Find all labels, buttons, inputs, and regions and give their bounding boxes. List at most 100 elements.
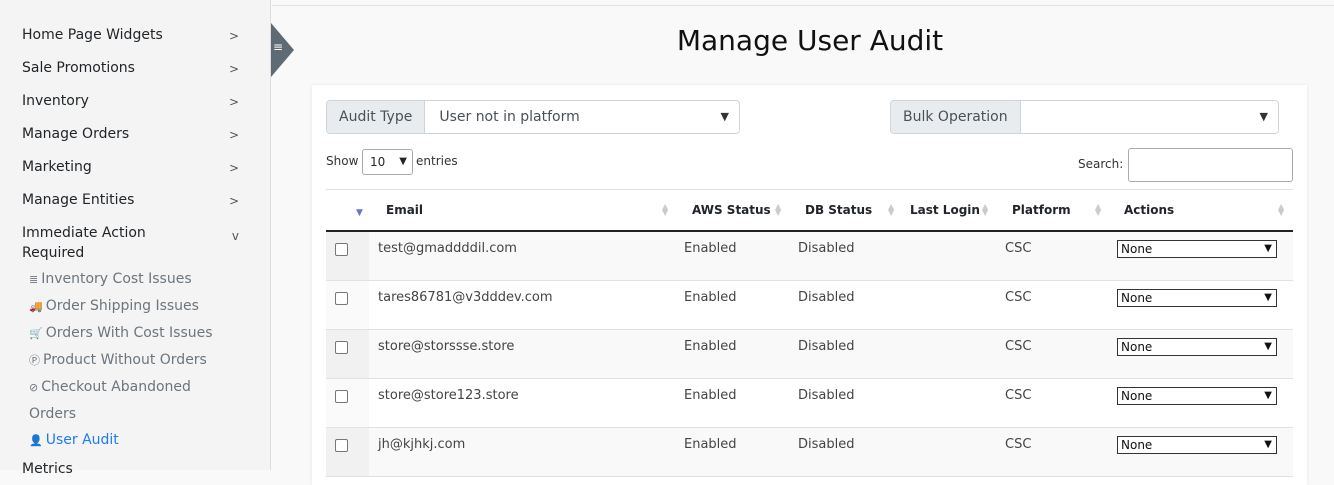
value: None [1121, 438, 1153, 452]
aws-status-cell: Enabled [684, 241, 737, 256]
platform-cell: CSC [1005, 388, 1032, 403]
platform-cell: CSC [1005, 290, 1032, 305]
platform-cell: CSC [1005, 437, 1032, 452]
aws-status-cell: Enabled [684, 437, 737, 452]
col-aws-status[interactable]: AWS Status [692, 190, 771, 231]
row-checkbox[interactable] [335, 439, 348, 452]
sidebar-sub-inventory-cost-issues[interactable]: ≣ Inventory Cost Issues [29, 269, 192, 290]
label: Manage Entities [22, 192, 135, 208]
db-status-cell: Disabled [798, 241, 855, 256]
chevron-down-icon: ▼ [1264, 243, 1272, 254]
sidebar-item-metrics[interactable]: Metrics [22, 459, 247, 479]
chevron-right-icon: > [228, 95, 239, 109]
label: Order Shipping Issues [45, 298, 199, 314]
col-actions[interactable]: Actions [1124, 190, 1174, 231]
sort-icon: ▲ ▼ [775, 202, 782, 217]
chevron-down-icon: ▼ [1264, 390, 1272, 401]
select-cell [326, 379, 369, 427]
select-cell [326, 428, 369, 476]
audit-type-value[interactable]: User not in platform ▼ [425, 101, 739, 133]
user-icon: 👤 [29, 434, 43, 447]
audit-type-select[interactable]: Audit Type User not in platform ▼ [326, 100, 740, 134]
audit-type-label: Audit Type [327, 101, 426, 133]
label: Checkout Abandoned Orders [29, 379, 191, 422]
sidebar-sub-orders-with-cost-issues[interactable]: 🛒 Orders With Cost Issues [29, 323, 213, 344]
sort-icon: ▲ ▼ [662, 202, 669, 217]
bulk-operation-value[interactable]: ▼ [1020, 101, 1278, 133]
label: Orders With Cost Issues [45, 325, 213, 341]
col-db-status[interactable]: DB Status [805, 190, 872, 231]
sidebar-item-sale-promotions[interactable]: Sale Promotions > [22, 58, 247, 78]
chevron-right-icon: > [228, 194, 239, 208]
action-select[interactable]: None ▼ [1117, 240, 1277, 258]
col-last-login[interactable]: Last Login [910, 190, 980, 231]
chevron-down-icon: ▼ [720, 110, 729, 123]
ban-icon: ⊘ [29, 381, 39, 394]
db-status-cell: Disabled [798, 339, 855, 354]
sort-icon: ▲ ▼ [1095, 202, 1102, 217]
action-select[interactable]: None ▼ [1117, 387, 1277, 405]
sidebar-sub-product-without-orders[interactable]: Ⓟ Product Without Orders [29, 350, 207, 371]
sidebar-item-home-page-widgets[interactable]: Home Page Widgets > [22, 25, 247, 45]
value: None [1121, 340, 1153, 354]
table-row: store@store123.store Enabled Disabled CS… [326, 379, 1293, 428]
email-cell: test@gmaddddil.com [378, 241, 517, 256]
action-select[interactable]: None ▼ [1117, 436, 1277, 454]
col-email[interactable]: Email [386, 190, 423, 231]
sidebar-item-inventory[interactable]: Inventory > [22, 91, 247, 111]
chevron-down-icon: v [231, 229, 239, 243]
sort-icon: ▲ ▼ [888, 202, 895, 217]
sidebar-sub-user-audit[interactable]: 👤 User Audit [29, 430, 119, 451]
sidebar-sub-checkout-abandoned[interactable]: ⊘ Checkout Abandoned Orders [29, 374, 219, 427]
db-status-cell: Disabled [798, 388, 855, 403]
menu-icon: ≡ [273, 40, 284, 54]
db-status-cell: Disabled [798, 437, 855, 452]
label: Inventory [22, 93, 89, 109]
bulk-operation-label: Bulk Operation [891, 101, 1021, 133]
search-input[interactable] [1128, 148, 1293, 182]
chevron-down-icon: ▼ [1264, 292, 1272, 303]
truck-icon: 🚚 [29, 300, 43, 313]
row-checkbox[interactable] [335, 243, 348, 256]
label: Metrics [22, 461, 73, 477]
email-cell: tares86781@v3dddev.com [378, 290, 553, 305]
label: Inventory Cost Issues [41, 271, 192, 287]
select-cell [326, 330, 369, 378]
row-checkbox[interactable] [335, 341, 348, 354]
value: 10 [370, 155, 386, 169]
chevron-down-icon: ▼ [399, 156, 407, 167]
chevron-right-icon: > [228, 128, 239, 142]
action-select[interactable]: None ▼ [1117, 338, 1277, 356]
email-cell: store@storssse.store [378, 339, 515, 354]
email-cell: store@store123.store [378, 388, 519, 403]
sidebar-item-immediate-action[interactable]: Immediate Action Required v [22, 223, 247, 263]
aws-status-cell: Enabled [684, 290, 737, 305]
label: Marketing [22, 159, 92, 175]
sidebar: Home Page Widgets > Sale Promotions > Inve… [0, 0, 271, 477]
product-p-icon: Ⓟ [29, 354, 40, 367]
db-status-cell: Disabled [798, 290, 855, 305]
label: Manage Orders [22, 126, 130, 142]
aws-status-cell: Enabled [684, 339, 737, 354]
row-checkbox[interactable] [335, 292, 348, 305]
action-select[interactable]: None ▼ [1117, 289, 1277, 307]
label: User Audit [45, 432, 119, 448]
sort-desc-icon[interactable]: ▼ [356, 209, 363, 218]
table-header: ▼ Email ▲ ▼ AWS Status ▲ ▼ DB Status ▲ ▼ La… [326, 189, 1293, 232]
value: None [1121, 389, 1153, 403]
sidebar-sub-order-shipping-issues[interactable]: 🚚 Order Shipping Issues [29, 296, 199, 317]
sidebar-item-marketing[interactable]: Marketing > [22, 157, 247, 177]
bulk-operation-select[interactable]: Bulk Operation ▼ [890, 100, 1279, 134]
show-label: Show [326, 154, 359, 168]
value: None [1121, 291, 1153, 305]
value: None [1121, 242, 1153, 256]
sidebar-item-manage-orders[interactable]: Manage Orders > [22, 124, 247, 144]
label: Sale Promotions [22, 60, 135, 76]
row-checkbox[interactable] [335, 390, 348, 403]
col-platform[interactable]: Platform [1012, 190, 1071, 231]
table-row: tares86781@v3dddev.com Enabled Disabled … [326, 281, 1293, 330]
select-cell [326, 281, 369, 329]
entries-length-select[interactable]: 10 ▼ [362, 149, 413, 175]
cart-icon: 🛒 [29, 327, 43, 340]
sidebar-item-manage-entities[interactable]: Manage Entities > [22, 190, 247, 210]
